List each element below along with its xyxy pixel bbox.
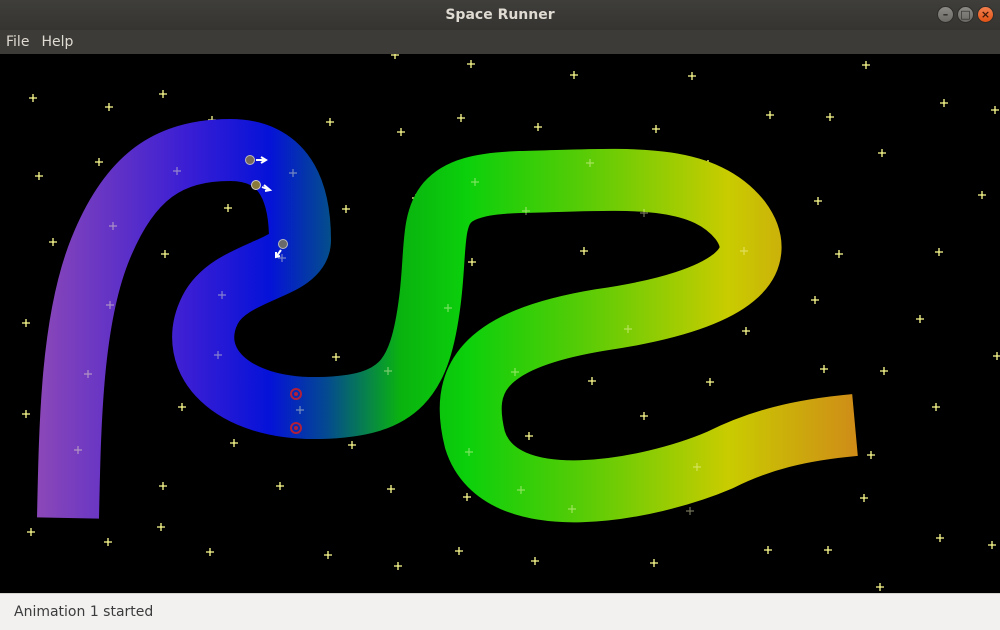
- star-icon: [27, 528, 35, 536]
- star-icon: [206, 548, 214, 556]
- star-icon: [940, 99, 948, 107]
- star-icon: [764, 546, 772, 554]
- star-icon: [862, 61, 870, 69]
- star-icon: [29, 94, 37, 102]
- star-icon: [468, 258, 476, 266]
- menu-bar: File Help: [0, 30, 1000, 54]
- window-controls: – □ ×: [937, 6, 994, 23]
- star-icon: [835, 250, 843, 258]
- star-icon: [178, 403, 186, 411]
- star-icon: [570, 71, 578, 79]
- star-icon: [936, 534, 944, 542]
- star-icon: [991, 106, 999, 114]
- star-icon: [650, 559, 658, 567]
- star-icon: [880, 367, 888, 375]
- star-icon: [342, 205, 350, 213]
- star-icon: [916, 315, 924, 323]
- window-title: Space Runner: [445, 7, 555, 23]
- star-icon: [22, 319, 30, 327]
- star-icon: [978, 191, 986, 199]
- status-bar: Animation 1 started: [0, 593, 1000, 630]
- minimize-button[interactable]: –: [937, 6, 954, 23]
- star-icon: [455, 547, 463, 555]
- star-icon: [326, 118, 334, 126]
- star-icon: [324, 551, 332, 559]
- star-icon: [688, 72, 696, 80]
- star-icon: [159, 90, 167, 98]
- star-icon: [534, 123, 542, 131]
- star-icon: [387, 485, 395, 493]
- star-icon: [878, 149, 886, 157]
- star-icon: [332, 353, 340, 361]
- star-icon: [463, 493, 471, 501]
- space-scene: [22, 51, 1000, 591]
- star-icon: [224, 204, 232, 212]
- star-icon: [867, 451, 875, 459]
- menu-help[interactable]: Help: [35, 34, 79, 50]
- star-icon: [820, 365, 828, 373]
- close-button[interactable]: ×: [977, 6, 994, 23]
- star-icon: [652, 125, 660, 133]
- track-star-icon: [686, 507, 694, 515]
- star-icon: [811, 296, 819, 304]
- star-icon: [580, 247, 588, 255]
- star-icon: [230, 439, 238, 447]
- title-bar: Space Runner – □ ×: [0, 0, 1000, 30]
- star-icon: [988, 541, 996, 549]
- menu-file[interactable]: File: [0, 34, 35, 50]
- star-icon: [35, 172, 43, 180]
- star-icon: [531, 557, 539, 565]
- star-icon: [742, 327, 750, 335]
- star-icon: [706, 378, 714, 386]
- star-icon: [876, 583, 884, 591]
- star-icon: [588, 377, 596, 385]
- star-icon: [932, 403, 940, 411]
- star-icon: [95, 158, 103, 166]
- star-icon: [814, 197, 822, 205]
- star-icon: [159, 482, 167, 490]
- star-icon: [826, 113, 834, 121]
- star-icon: [105, 103, 113, 111]
- star-icon: [525, 432, 533, 440]
- star-icon: [860, 494, 868, 502]
- star-icon: [49, 238, 57, 246]
- race-track: [37, 119, 858, 523]
- star-icon: [766, 111, 774, 119]
- star-icon: [104, 538, 112, 546]
- status-text: Animation 1 started: [14, 604, 154, 620]
- star-icon: [22, 410, 30, 418]
- star-icon: [157, 523, 165, 531]
- star-icon: [467, 60, 475, 68]
- star-icon: [993, 352, 1000, 360]
- game-canvas[interactable]: [0, 51, 1000, 593]
- star-icon: [391, 51, 399, 59]
- star-icon: [348, 441, 356, 449]
- star-icon: [394, 562, 402, 570]
- star-icon: [935, 248, 943, 256]
- star-icon: [457, 114, 465, 122]
- star-icon: [161, 250, 169, 258]
- star-icon: [276, 482, 284, 490]
- star-icon: [640, 412, 648, 420]
- star-icon: [824, 546, 832, 554]
- maximize-button[interactable]: □: [957, 6, 974, 23]
- star-icon: [397, 128, 405, 136]
